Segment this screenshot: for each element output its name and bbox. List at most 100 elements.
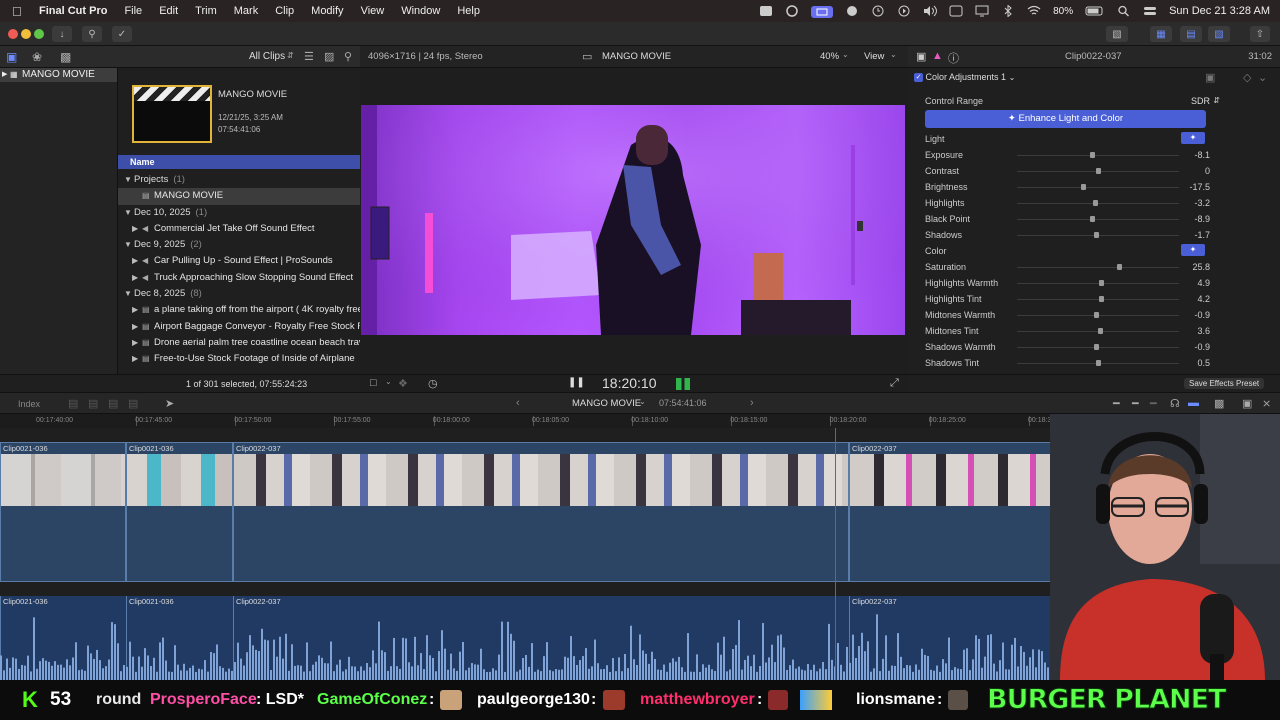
menu-window[interactable]: Window — [401, 5, 440, 17]
slider-knob[interactable] — [1089, 216, 1095, 222]
clip-skimming-icon[interactable]: ━ — [1113, 397, 1120, 410]
snapping-icon[interactable]: ▬ — [1188, 397, 1199, 409]
back-arrow-icon[interactable]: ‹ — [516, 397, 520, 409]
browser-clip-row[interactable]: ▶ ◀ Truck Approaching Slow Stopping Sound … — [118, 270, 360, 286]
color-inspector-icon[interactable]: ▲ — [932, 50, 943, 62]
forward-arrow-icon[interactable]: › — [750, 397, 754, 409]
browser-clip-row[interactable]: ▶ ▤ a plane taking off from the airport ( … — [118, 302, 360, 318]
param-value[interactable]: 25.8 — [1192, 260, 1210, 274]
select-tool-icon[interactable]: ➤ — [165, 397, 174, 410]
param-value[interactable]: -8.9 — [1194, 212, 1210, 226]
menu-mark[interactable]: Mark — [234, 5, 258, 17]
disclosure-triangle-icon[interactable]: ▶ — [132, 270, 142, 286]
auto-enhance-icon[interactable]: ✦ — [1181, 244, 1205, 256]
headphones-icon[interactable]: ☊ — [1170, 397, 1180, 410]
effect-enable-checkbox[interactable]: ✓ — [914, 73, 923, 83]
show-timeline-toggle[interactable]: ▤ — [1180, 26, 1202, 42]
slider-knob[interactable] — [1094, 312, 1100, 318]
slider-knob[interactable] — [1094, 232, 1100, 238]
menu-help[interactable]: Help — [457, 5, 480, 17]
browser-clip-row[interactable]: ▶ ◀ Car Pulling Up - Sound Effect | ProSou… — [118, 253, 360, 269]
control-range-dropdown[interactable]: SDR — [1191, 94, 1210, 108]
param-value[interactable]: -8.1 — [1194, 148, 1210, 162]
display-icon[interactable] — [975, 5, 989, 17]
video-clip[interactable]: Clip0021-036 — [0, 442, 126, 582]
disclosure-open-icon[interactable]: ▼ — [124, 286, 134, 302]
browser-clip-row[interactable]: ▶ ▤ Drone aerial palm tree coastline ocean… — [118, 335, 360, 351]
video-clip[interactable]: Clip0021-036 — [126, 442, 233, 582]
video-inspector-icon[interactable]: ▣ — [916, 50, 926, 63]
browser-group-row[interactable]: ▼ Projects (1) — [118, 172, 360, 188]
menu-view[interactable]: View — [361, 5, 385, 17]
slider-knob[interactable] — [1117, 264, 1123, 270]
disclosure-triangle-icon[interactable]: ▶ — [132, 335, 142, 351]
window-close-button[interactable] — [8, 29, 18, 39]
slider-knob[interactable] — [1096, 360, 1101, 366]
save-effects-preset-button[interactable]: Save Effects Preset — [1184, 378, 1265, 389]
param-value[interactable]: -3.2 — [1194, 196, 1210, 210]
disclosure-triangle-icon[interactable]: ▶ — [132, 302, 142, 318]
browser-clip-row[interactable]: ▶ ◀ Commercial Jet Take Off Sound Effect — [118, 221, 360, 237]
solo-icon[interactable]: ━ — [1150, 397, 1157, 410]
insert-clip-icon[interactable]: ▤ — [88, 397, 98, 410]
chevron-down-icon[interactable]: ⌄ — [1258, 71, 1267, 84]
param-value[interactable]: -0.9 — [1194, 340, 1210, 354]
titles-icon[interactable]: ▩ — [60, 50, 71, 64]
background-tasks-button[interactable]: ✓ — [112, 26, 132, 42]
param-slider[interactable] — [1017, 283, 1179, 284]
chevron-down-icon[interactable]: ⌄ — [385, 377, 392, 386]
view-options-dropdown[interactable]: View — [864, 51, 884, 62]
speed-icon[interactable]: ◷ — [428, 377, 438, 390]
append-clip-icon[interactable]: ▤ — [108, 397, 118, 410]
browser-clip-row[interactable]: ▶ ▤ Airport Baggage Conveyor - Royalty Fre… — [118, 319, 360, 335]
video-frame[interactable] — [361, 105, 905, 335]
clip-filter-dropdown[interactable]: All Clips — [249, 51, 285, 62]
info-icon[interactable]: ⓘ — [948, 50, 959, 66]
search-icon[interactable]: ⚲ — [344, 50, 352, 63]
timeline-index-button[interactable]: Index — [18, 399, 40, 409]
param-value[interactable]: 0 — [1205, 164, 1210, 178]
library-item[interactable]: ▶ ▦ MANGO MOVIE — [0, 68, 117, 82]
audio-skimming-icon[interactable]: ━ — [1132, 397, 1139, 410]
libraries-icon[interactable]: ▣ — [6, 50, 17, 64]
menu-trim[interactable]: Trim — [195, 5, 217, 17]
close-icon[interactable]: ⨯ — [1262, 397, 1271, 410]
chevron-down-icon[interactable]: ⌄ — [639, 397, 646, 406]
screen-capture-icon[interactable] — [811, 5, 834, 18]
show-browser-toggle[interactable]: ▦ — [1150, 26, 1172, 42]
keywords-button[interactable]: ⚲ — [82, 26, 102, 42]
status-app-icon[interactable] — [759, 5, 773, 17]
slider-knob[interactable] — [1097, 328, 1103, 334]
transform-icon[interactable]: ❖ — [398, 377, 408, 390]
disclosure-open-icon[interactable]: ▼ — [124, 205, 134, 221]
menu-file[interactable]: File — [124, 5, 142, 17]
filmstrip-view-icon[interactable]: ☰ — [304, 50, 314, 63]
param-value[interactable]: 0.5 — [1197, 356, 1210, 370]
browser-clip-row[interactable]: ▶ ▤ Free-to-Use Stock Footage of Inside of… — [118, 351, 360, 367]
workspace-button[interactable]: ▧ — [1106, 26, 1128, 42]
param-slider[interactable] — [1017, 155, 1179, 156]
menu-clip[interactable]: Clip — [275, 5, 294, 17]
disclosure-triangle-icon[interactable]: ▶ — [132, 253, 142, 269]
clip-appearance-icon[interactable]: ▨ — [324, 50, 334, 63]
param-slider[interactable] — [1017, 203, 1179, 204]
share-button[interactable]: ⇧ — [1250, 26, 1270, 42]
play-icon[interactable] — [897, 5, 911, 17]
param-slider[interactable] — [1017, 219, 1179, 220]
import-button[interactable]: ↓ — [52, 26, 72, 42]
timeline-appearance-icon[interactable]: ▩ — [1214, 397, 1224, 410]
slider-knob[interactable] — [1089, 152, 1095, 158]
browser-group-row[interactable]: ▼ Dec 10, 2025 (1) — [118, 205, 360, 221]
creative-cloud-icon[interactable] — [785, 5, 799, 17]
show-inspector-toggle[interactable]: ▧ — [1208, 26, 1230, 42]
effect-name[interactable]: Color Adjustments 1 — [926, 72, 1007, 82]
disclosure-triangle-icon[interactable]: ▶ — [132, 221, 142, 237]
zoom-dropdown[interactable]: 40% — [820, 51, 839, 62]
bluetooth-icon[interactable] — [1001, 4, 1015, 18]
overwrite-clip-icon[interactable]: ▤ — [128, 397, 138, 410]
param-value[interactable]: 4.2 — [1197, 292, 1210, 306]
window-zoom-button[interactable] — [34, 29, 44, 39]
volume-icon[interactable] — [923, 5, 938, 17]
disclosure-triangle-icon[interactable]: ▶ — [2, 68, 7, 82]
enhance-light-color-button[interactable]: ✦ Enhance Light and Color — [925, 110, 1206, 128]
